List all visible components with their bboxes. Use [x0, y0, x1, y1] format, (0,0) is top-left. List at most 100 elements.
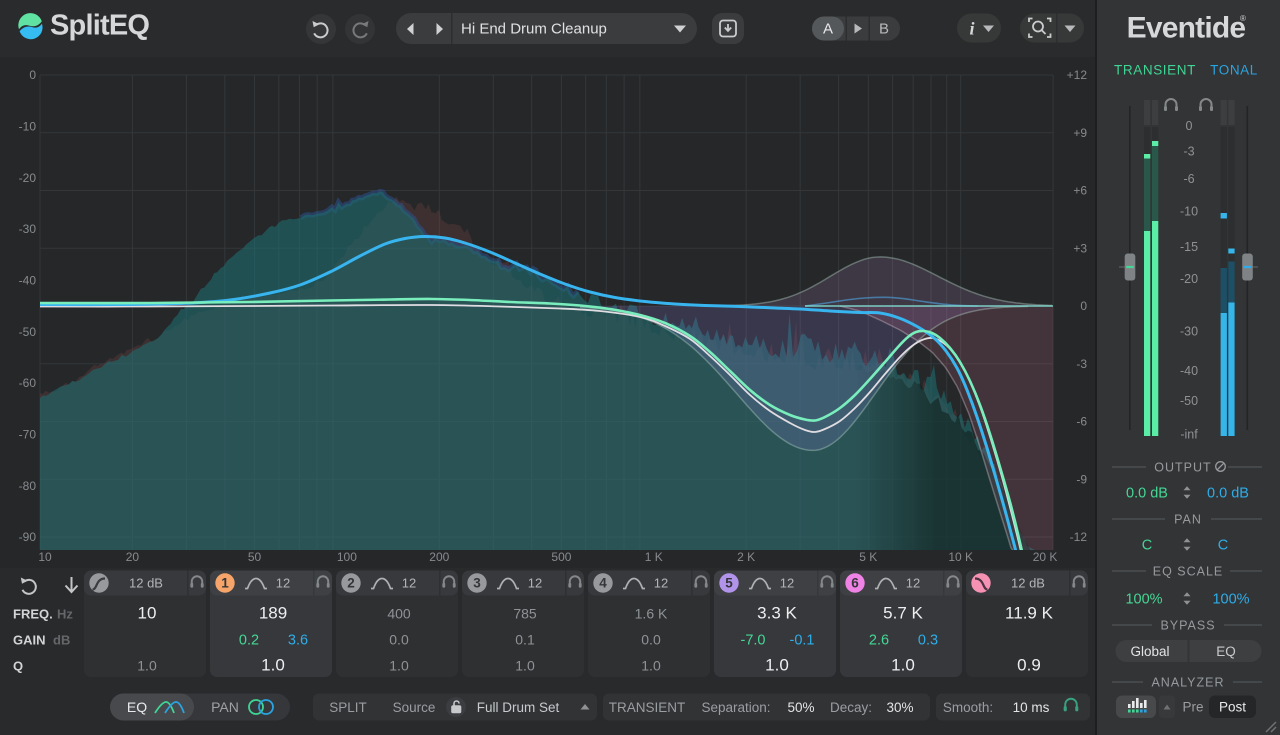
- svg-text:12 dB: 12 dB: [1011, 576, 1045, 591]
- svg-text:0.0: 0.0: [389, 632, 409, 648]
- svg-text:-20: -20: [1180, 272, 1198, 286]
- svg-text:1.0: 1.0: [641, 658, 661, 674]
- svg-text:0.0 dB: 0.0 dB: [1126, 486, 1168, 502]
- svg-text:-30: -30: [19, 222, 37, 236]
- svg-text:A: A: [823, 21, 833, 38]
- svg-text:Eventide: Eventide: [1127, 12, 1246, 45]
- svg-text:-7.0: -7.0: [741, 633, 766, 649]
- svg-text:12: 12: [906, 576, 920, 591]
- svg-text:1.0: 1.0: [137, 658, 157, 674]
- svg-text:Post: Post: [1219, 700, 1246, 715]
- svg-text:C: C: [1142, 538, 1152, 554]
- svg-text:1.0: 1.0: [261, 656, 285, 675]
- svg-text:dB: dB: [53, 632, 70, 647]
- svg-text:4: 4: [599, 576, 607, 591]
- svg-text:-6: -6: [1183, 172, 1194, 186]
- svg-text:+9: +9: [1073, 126, 1087, 140]
- svg-text:GAIN: GAIN: [13, 632, 46, 647]
- svg-text:Hz: Hz: [57, 606, 73, 621]
- svg-text:-9: -9: [1076, 472, 1087, 486]
- svg-text:0: 0: [29, 68, 36, 82]
- svg-text:-50: -50: [19, 325, 37, 339]
- svg-text:EQ SCALE: EQ SCALE: [1153, 564, 1224, 578]
- svg-text:12: 12: [402, 576, 416, 591]
- svg-text:1.0: 1.0: [891, 656, 915, 675]
- svg-text:12: 12: [528, 576, 542, 591]
- svg-text:10: 10: [38, 550, 52, 564]
- svg-text:100: 100: [337, 550, 357, 564]
- svg-text:-40: -40: [19, 274, 37, 288]
- svg-text:1 K: 1 K: [645, 550, 663, 564]
- svg-text:12 dB: 12 dB: [129, 576, 163, 591]
- svg-text:Hi End Drum Cleanup: Hi End Drum Cleanup: [461, 21, 607, 38]
- svg-text:200: 200: [429, 550, 449, 564]
- svg-text:-15: -15: [1180, 240, 1198, 254]
- svg-text:TONAL: TONAL: [1210, 63, 1258, 78]
- svg-text:5.7 K: 5.7 K: [883, 604, 923, 623]
- svg-text:5 K: 5 K: [859, 550, 877, 564]
- svg-text:100%: 100%: [1212, 592, 1249, 608]
- svg-text:1: 1: [221, 576, 229, 591]
- svg-text:10 ms: 10 ms: [1013, 700, 1050, 715]
- svg-text:-inf: -inf: [1180, 428, 1198, 442]
- svg-text:100%: 100%: [1125, 592, 1162, 608]
- svg-text:Separation:: Separation:: [701, 700, 770, 715]
- svg-text:5: 5: [725, 576, 733, 591]
- svg-text:BYPASS: BYPASS: [1160, 618, 1215, 632]
- svg-text:FREQ.: FREQ.: [13, 606, 53, 621]
- svg-text:1.6 K: 1.6 K: [635, 606, 668, 622]
- svg-text:OUTPUT: OUTPUT: [1154, 460, 1211, 474]
- svg-text:SplitEQ: SplitEQ: [50, 10, 149, 42]
- svg-text:-80: -80: [19, 479, 37, 493]
- svg-text:20: 20: [126, 550, 140, 564]
- svg-text:6: 6: [851, 576, 859, 591]
- svg-text:+6: +6: [1073, 184, 1087, 198]
- svg-text:0.2: 0.2: [239, 633, 259, 649]
- svg-text:EQ: EQ: [127, 699, 147, 715]
- svg-text:-12: -12: [1070, 530, 1088, 544]
- svg-text:0: 0: [1186, 119, 1193, 133]
- svg-text:0.9: 0.9: [1017, 656, 1041, 675]
- svg-text:-50: -50: [1180, 394, 1198, 408]
- svg-text:Q: Q: [13, 658, 23, 673]
- svg-text:-10: -10: [19, 120, 37, 134]
- svg-text:-60: -60: [19, 376, 37, 390]
- svg-text:50%: 50%: [787, 700, 814, 715]
- svg-text:0.1: 0.1: [515, 632, 535, 648]
- svg-text:189: 189: [259, 604, 287, 623]
- svg-text:PAN: PAN: [1174, 512, 1202, 526]
- svg-text:Decay:: Decay:: [830, 700, 872, 715]
- svg-text:11.9 K: 11.9 K: [1005, 604, 1054, 623]
- svg-text:-0.1: -0.1: [790, 633, 815, 649]
- svg-text:-70: -70: [19, 428, 37, 442]
- svg-text:0.0 dB: 0.0 dB: [1207, 486, 1249, 502]
- svg-text:+3: +3: [1073, 241, 1087, 255]
- svg-text:ANALYZER: ANALYZER: [1151, 675, 1224, 689]
- svg-text:3: 3: [473, 576, 481, 591]
- svg-text:Source: Source: [393, 700, 436, 715]
- svg-text:-30: -30: [1180, 325, 1198, 339]
- svg-text:PAN: PAN: [211, 699, 239, 715]
- svg-text:12: 12: [276, 576, 290, 591]
- svg-text:-10: -10: [1180, 205, 1198, 219]
- svg-text:1.0: 1.0: [765, 656, 789, 675]
- svg-text:EQ: EQ: [1216, 644, 1236, 659]
- svg-text:1.0: 1.0: [515, 658, 535, 674]
- svg-text:0: 0: [1080, 299, 1087, 313]
- svg-text:TRANSIENT: TRANSIENT: [1114, 63, 1196, 78]
- svg-text:-6: -6: [1076, 415, 1087, 429]
- svg-text:Pre: Pre: [1182, 700, 1203, 715]
- svg-text:-3: -3: [1076, 357, 1087, 371]
- svg-text:-90: -90: [19, 530, 37, 544]
- svg-text:Global: Global: [1130, 644, 1169, 659]
- svg-text:400: 400: [387, 606, 411, 622]
- svg-text:2: 2: [347, 576, 355, 591]
- svg-text:10: 10: [138, 604, 157, 623]
- svg-text:2 K: 2 K: [737, 550, 755, 564]
- svg-text:-20: -20: [19, 171, 37, 185]
- svg-text:C: C: [1218, 538, 1228, 554]
- svg-text:B: B: [879, 21, 889, 38]
- svg-text:3.3 K: 3.3 K: [757, 604, 797, 623]
- svg-text:12: 12: [780, 576, 794, 591]
- svg-text:0.3: 0.3: [918, 633, 938, 649]
